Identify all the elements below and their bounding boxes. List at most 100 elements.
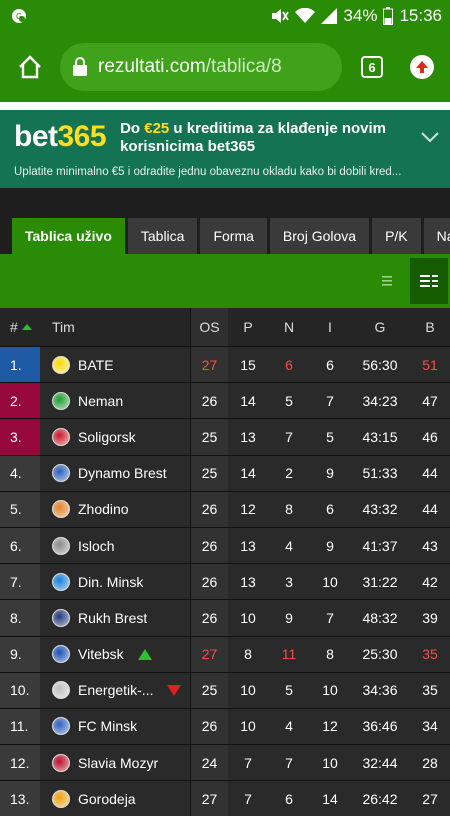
- spacer: [0, 188, 450, 218]
- table-row[interactable]: 3. Soligorsk 25 13 7 5 43:15 46: [0, 418, 450, 455]
- rank-cell: 10.: [0, 672, 40, 708]
- address-bar[interactable]: rezultati.com/tablica/8: [60, 43, 342, 91]
- tab-switcher-button[interactable]: 6: [350, 45, 394, 89]
- wins-cell: 10: [240, 609, 256, 626]
- col-rank[interactable]: #: [0, 308, 40, 346]
- rank-cell: 7.: [0, 564, 40, 600]
- team-logo-icon: [52, 572, 70, 591]
- app-notification-icon: G: [10, 7, 28, 25]
- team-logo-icon: [52, 608, 70, 627]
- team-cell[interactable]: Slavia Mozyr: [40, 745, 190, 780]
- status-bar: G 34% 15:36: [0, 0, 450, 32]
- table-row[interactable]: 12. Slavia Mozyr 24 7 7 10 32:44 28: [0, 744, 450, 781]
- team-cell[interactable]: Energetik-...: [40, 673, 190, 708]
- svg-text:G: G: [16, 12, 22, 21]
- col-points[interactable]: B: [410, 308, 450, 346]
- losses-cell: 8: [326, 646, 334, 663]
- col-wins[interactable]: P: [228, 308, 268, 346]
- table-row[interactable]: 11. FC Minsk 26 10 4 12 36:46 34: [0, 707, 450, 745]
- table-row[interactable]: 4. Dynamo Brest 25 14 2 9 51:33 44: [0, 454, 450, 491]
- tab-live-table[interactable]: Tablica uživo: [12, 218, 125, 254]
- played-cell: 26: [190, 383, 228, 419]
- team-cell[interactable]: Zhodino: [40, 492, 190, 527]
- draws-cell: 7: [285, 428, 293, 445]
- played-cell: 27: [190, 347, 228, 383]
- team-name: Zhodino: [78, 501, 129, 518]
- table-header: # Tim OS P N I G B: [0, 308, 450, 346]
- team-cell[interactable]: Soligorsk: [40, 419, 190, 454]
- full-view-button[interactable]: [410, 258, 448, 304]
- points-cell: 34: [422, 718, 438, 735]
- table-row[interactable]: 7. Din. Minsk 26 13 3 10 31:22 42: [0, 563, 450, 600]
- tab-count: 6: [361, 56, 383, 78]
- draws-cell: 8: [285, 501, 293, 518]
- wins-cell: 10: [240, 718, 256, 735]
- col-team[interactable]: Tim: [40, 308, 190, 346]
- mute-icon: [269, 7, 290, 25]
- bet365-logo: bet365: [14, 120, 107, 153]
- played-cell: 27: [190, 636, 228, 672]
- wins-cell: 10: [240, 682, 256, 699]
- tab-goals[interactable]: Broj Golova: [269, 218, 370, 254]
- team-cell[interactable]: FC Minsk: [40, 709, 190, 744]
- chevron-down-icon[interactable]: [420, 130, 440, 149]
- points-cell: 44: [422, 465, 438, 482]
- team-logo-icon: [52, 536, 70, 555]
- signal-icon: [321, 8, 338, 24]
- table-row[interactable]: 8. Rukh Brest 26 10 9 7 48:32 39: [0, 599, 450, 636]
- team-cell[interactable]: Dynamo Brest: [40, 456, 190, 491]
- table-row[interactable]: 5. Zhodino 26 12 8 6 43:32 44: [0, 490, 450, 527]
- points-cell: 39: [422, 609, 438, 626]
- update-menu-button[interactable]: [402, 45, 442, 89]
- bet365-ad-banner[interactable]: bet365 Do €25 u kreditima za klađenje no…: [0, 110, 450, 188]
- compact-view-button[interactable]: [368, 258, 406, 304]
- wins-cell: 13: [240, 573, 256, 590]
- team-cell[interactable]: Din. Minsk: [40, 564, 190, 599]
- table-row[interactable]: 13. Gorodeja 27 7 6 14 26:42 27: [0, 780, 450, 816]
- team-name: Din. Minsk: [78, 573, 144, 590]
- losses-cell: 10: [322, 573, 338, 590]
- team-cell[interactable]: Rukh Brest: [40, 600, 190, 635]
- team-cell[interactable]: Vitebsk: [40, 637, 190, 672]
- col-goals[interactable]: G: [350, 308, 410, 346]
- goals-cell: 25:30: [362, 646, 398, 663]
- points-cell: 43: [422, 537, 438, 554]
- home-button[interactable]: [8, 45, 52, 89]
- wifi-icon: [295, 8, 316, 24]
- goals-cell: 34:23: [362, 392, 398, 409]
- rank-cell: 3.: [0, 419, 40, 455]
- team-cell[interactable]: BATE: [40, 347, 190, 382]
- team-name: Rukh Brest: [78, 609, 148, 626]
- tab-top-scorers[interactable]: Naj-st: [423, 218, 450, 254]
- played-cell: 27: [190, 781, 228, 816]
- played-cell: 25: [190, 672, 228, 708]
- table-row[interactable]: 9. Vitebsk 27 8 11 8 25:30 35: [0, 635, 450, 672]
- table-row[interactable]: 6. Isloch 26 13 4 9 41:37 43: [0, 526, 450, 564]
- team-cell[interactable]: Gorodeja: [40, 781, 190, 816]
- tab-form[interactable]: Forma: [200, 218, 267, 254]
- tab-table[interactable]: Tablica: [127, 218, 198, 254]
- battery-percent: 34%: [343, 6, 378, 25]
- team-cell[interactable]: Isloch: [40, 528, 190, 563]
- team-name: Isloch: [78, 537, 115, 554]
- table-row[interactable]: 2. Neman 26 14 5 7 34:23 47: [0, 382, 450, 419]
- team-name: BATE: [78, 356, 114, 373]
- wins-cell: 8: [244, 646, 252, 663]
- col-draws[interactable]: N: [268, 308, 310, 346]
- draws-cell: 4: [285, 718, 293, 735]
- team-cell[interactable]: Neman: [40, 383, 190, 418]
- losses-cell: 10: [322, 682, 338, 699]
- draws-cell: 7: [285, 754, 293, 771]
- rank-cell: 6.: [0, 527, 40, 564]
- team-logo-icon: [52, 391, 70, 410]
- col-played[interactable]: OS: [190, 308, 228, 346]
- played-cell: 26: [190, 564, 228, 600]
- team-logo-icon: [52, 645, 70, 664]
- table-row[interactable]: 1. BATE 27 15 6 6 56:30 51: [0, 346, 450, 383]
- tab-ht-ft[interactable]: P/K: [372, 218, 421, 254]
- col-losses[interactable]: I: [310, 308, 350, 346]
- table-row[interactable]: 10. Energetik-... 25 10 5 10 34:36 35: [0, 671, 450, 708]
- played-cell: 24: [190, 745, 228, 781]
- losses-cell: 9: [326, 465, 334, 482]
- rank-cell: 9.: [0, 636, 40, 672]
